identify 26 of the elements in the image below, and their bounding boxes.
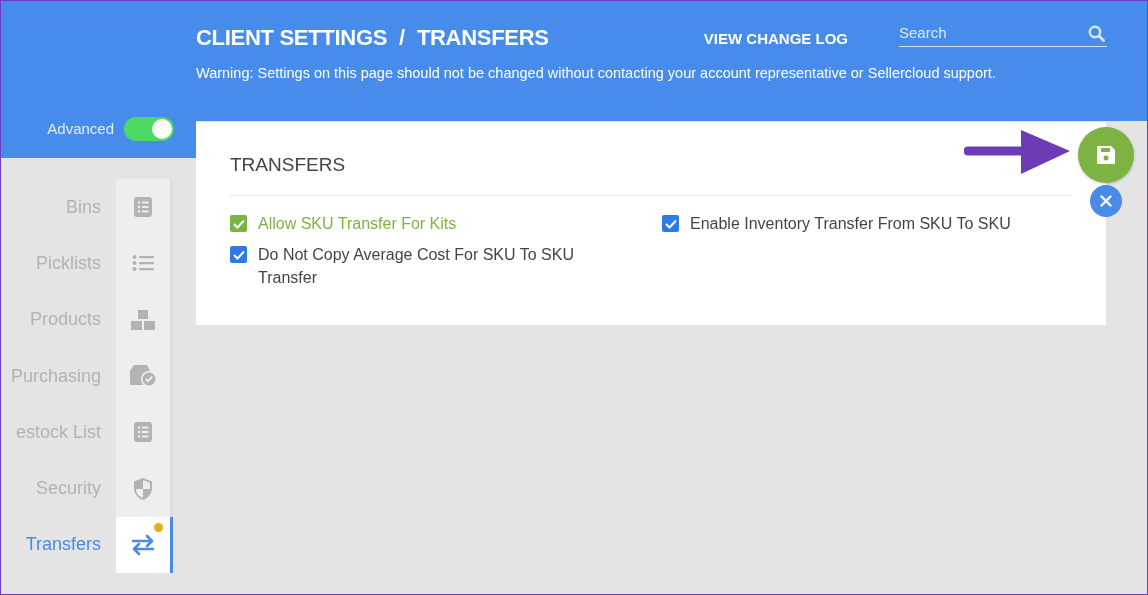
advanced-label: Advanced (47, 120, 114, 137)
checkbox[interactable] (230, 215, 247, 232)
setting-label: Enable Inventory Transfer From SKU To SKU (690, 214, 1011, 234)
breadcrumb-separator: / (399, 25, 405, 51)
breadcrumb-item: CLIENT SETTINGS (196, 25, 388, 51)
shield-icon (133, 476, 153, 501)
checkbox[interactable] (230, 246, 247, 263)
box-check-icon (129, 364, 157, 389)
save-button[interactable] (1078, 127, 1134, 183)
list-icon (133, 196, 153, 219)
warning-text: Warning: Settings on this page should not be changed without contacting your account representative or Sellercloud support. (196, 65, 997, 81)
sidebar-item[interactable]: Transfers (1, 516, 174, 574)
search-icon (1088, 24, 1105, 42)
cancel-button[interactable] (1090, 185, 1122, 217)
checkbox[interactable] (662, 215, 679, 232)
list-icon (132, 254, 154, 273)
transfer-arrows-icon (131, 533, 155, 556)
boxes-icon (130, 308, 156, 331)
setting-label: Do Not Copy Average Cost For SKU To SKU Transfer (258, 245, 575, 288)
save-icon (1096, 145, 1116, 165)
search-field[interactable]: Search (899, 19, 1107, 47)
list-icon (133, 421, 153, 444)
setting-label: Allow SKU Transfer For Kits (258, 214, 457, 234)
close-icon (1100, 195, 1112, 207)
view-change-log-link[interactable]: VIEW CHANGE LOG (703, 29, 848, 47)
breadcrumb-item: TRANSFERS (416, 25, 549, 51)
